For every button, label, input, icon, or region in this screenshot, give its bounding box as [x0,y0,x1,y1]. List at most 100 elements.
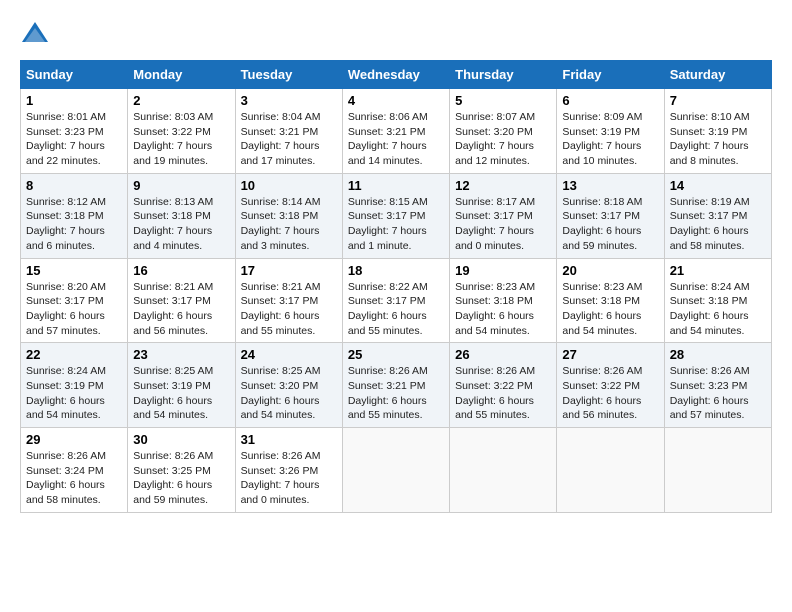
day-number: 9 [133,178,229,193]
sunrise: Sunrise: 8:07 AM [455,110,551,125]
day-info: Sunrise: 8:21 AM Sunset: 3:17 PM Dayligh… [133,280,229,339]
day-info: Sunrise: 8:18 AM Sunset: 3:17 PM Dayligh… [562,195,658,254]
daylight: Daylight: 6 hours and 59 minutes. [562,224,658,253]
calendar-cell: 6 Sunrise: 8:09 AM Sunset: 3:19 PM Dayli… [557,89,664,174]
day-number: 12 [455,178,551,193]
day-number: 29 [26,432,122,447]
sunrise: Sunrise: 8:06 AM [348,110,444,125]
daylight: Daylight: 7 hours and 14 minutes. [348,139,444,168]
calendar-cell: 11 Sunrise: 8:15 AM Sunset: 3:17 PM Dayl… [342,173,449,258]
weekday-header-wednesday: Wednesday [342,61,449,89]
sunset: Sunset: 3:18 PM [455,294,551,309]
calendar-cell: 1 Sunrise: 8:01 AM Sunset: 3:23 PM Dayli… [21,89,128,174]
day-info: Sunrise: 8:25 AM Sunset: 3:20 PM Dayligh… [241,364,337,423]
sunrise: Sunrise: 8:26 AM [133,449,229,464]
sunset: Sunset: 3:22 PM [562,379,658,394]
daylight: Daylight: 7 hours and 0 minutes. [241,478,337,507]
sunrise: Sunrise: 8:26 AM [241,449,337,464]
day-number: 7 [670,93,766,108]
daylight: Daylight: 6 hours and 58 minutes. [26,478,122,507]
day-number: 15 [26,263,122,278]
daylight: Daylight: 7 hours and 22 minutes. [26,139,122,168]
calendar-cell: 23 Sunrise: 8:25 AM Sunset: 3:19 PM Dayl… [128,343,235,428]
weekday-header-monday: Monday [128,61,235,89]
calendar-cell: 22 Sunrise: 8:24 AM Sunset: 3:19 PM Dayl… [21,343,128,428]
day-info: Sunrise: 8:23 AM Sunset: 3:18 PM Dayligh… [562,280,658,339]
sunset: Sunset: 3:17 PM [348,294,444,309]
weekday-header-friday: Friday [557,61,664,89]
day-info: Sunrise: 8:20 AM Sunset: 3:17 PM Dayligh… [26,280,122,339]
day-number: 20 [562,263,658,278]
daylight: Daylight: 6 hours and 54 minutes. [26,394,122,423]
daylight: Daylight: 6 hours and 54 minutes. [670,309,766,338]
calendar-cell: 17 Sunrise: 8:21 AM Sunset: 3:17 PM Dayl… [235,258,342,343]
daylight: Daylight: 6 hours and 58 minutes. [670,224,766,253]
day-info: Sunrise: 8:22 AM Sunset: 3:17 PM Dayligh… [348,280,444,339]
day-info: Sunrise: 8:13 AM Sunset: 3:18 PM Dayligh… [133,195,229,254]
day-number: 25 [348,347,444,362]
logo-icon [20,20,50,50]
sunset: Sunset: 3:17 PM [133,294,229,309]
calendar-cell: 25 Sunrise: 8:26 AM Sunset: 3:21 PM Dayl… [342,343,449,428]
sunset: Sunset: 3:17 PM [455,209,551,224]
calendar-cell: 26 Sunrise: 8:26 AM Sunset: 3:22 PM Dayl… [450,343,557,428]
sunset: Sunset: 3:24 PM [26,464,122,479]
sunset: Sunset: 3:26 PM [241,464,337,479]
day-info: Sunrise: 8:03 AM Sunset: 3:22 PM Dayligh… [133,110,229,169]
calendar-cell: 29 Sunrise: 8:26 AM Sunset: 3:24 PM Dayl… [21,428,128,513]
daylight: Daylight: 7 hours and 17 minutes. [241,139,337,168]
weekday-header-tuesday: Tuesday [235,61,342,89]
sunset: Sunset: 3:17 PM [241,294,337,309]
daylight: Daylight: 7 hours and 8 minutes. [670,139,766,168]
sunrise: Sunrise: 8:20 AM [26,280,122,295]
sunrise: Sunrise: 8:17 AM [455,195,551,210]
calendar-cell: 9 Sunrise: 8:13 AM Sunset: 3:18 PM Dayli… [128,173,235,258]
weekday-header-sunday: Sunday [21,61,128,89]
day-info: Sunrise: 8:12 AM Sunset: 3:18 PM Dayligh… [26,195,122,254]
calendar-cell: 3 Sunrise: 8:04 AM Sunset: 3:21 PM Dayli… [235,89,342,174]
logo [20,20,54,50]
daylight: Daylight: 6 hours and 55 minutes. [348,309,444,338]
daylight: Daylight: 6 hours and 57 minutes. [26,309,122,338]
sunset: Sunset: 3:20 PM [241,379,337,394]
calendar-cell: 4 Sunrise: 8:06 AM Sunset: 3:21 PM Dayli… [342,89,449,174]
sunrise: Sunrise: 8:21 AM [241,280,337,295]
calendar-cell: 10 Sunrise: 8:14 AM Sunset: 3:18 PM Dayl… [235,173,342,258]
sunrise: Sunrise: 8:26 AM [26,449,122,464]
sunrise: Sunrise: 8:24 AM [26,364,122,379]
calendar-cell: 31 Sunrise: 8:26 AM Sunset: 3:26 PM Dayl… [235,428,342,513]
day-info: Sunrise: 8:14 AM Sunset: 3:18 PM Dayligh… [241,195,337,254]
calendar-cell: 7 Sunrise: 8:10 AM Sunset: 3:19 PM Dayli… [664,89,771,174]
day-info: Sunrise: 8:26 AM Sunset: 3:22 PM Dayligh… [562,364,658,423]
calendar-cell: 12 Sunrise: 8:17 AM Sunset: 3:17 PM Dayl… [450,173,557,258]
day-info: Sunrise: 8:26 AM Sunset: 3:24 PM Dayligh… [26,449,122,508]
daylight: Daylight: 7 hours and 19 minutes. [133,139,229,168]
day-info: Sunrise: 8:26 AM Sunset: 3:23 PM Dayligh… [670,364,766,423]
sunset: Sunset: 3:19 PM [562,125,658,140]
day-info: Sunrise: 8:25 AM Sunset: 3:19 PM Dayligh… [133,364,229,423]
sunset: Sunset: 3:19 PM [670,125,766,140]
calendar-cell: 19 Sunrise: 8:23 AM Sunset: 3:18 PM Dayl… [450,258,557,343]
sunrise: Sunrise: 8:04 AM [241,110,337,125]
calendar-cell [342,428,449,513]
day-number: 5 [455,93,551,108]
daylight: Daylight: 6 hours and 54 minutes. [133,394,229,423]
day-info: Sunrise: 8:09 AM Sunset: 3:19 PM Dayligh… [562,110,658,169]
daylight: Daylight: 6 hours and 56 minutes. [562,394,658,423]
calendar-cell: 14 Sunrise: 8:19 AM Sunset: 3:17 PM Dayl… [664,173,771,258]
sunset: Sunset: 3:23 PM [26,125,122,140]
day-number: 21 [670,263,766,278]
daylight: Daylight: 7 hours and 3 minutes. [241,224,337,253]
day-number: 26 [455,347,551,362]
weekday-header-thursday: Thursday [450,61,557,89]
sunrise: Sunrise: 8:26 AM [348,364,444,379]
sunset: Sunset: 3:17 PM [348,209,444,224]
weekday-header-saturday: Saturday [664,61,771,89]
sunset: Sunset: 3:17 PM [26,294,122,309]
sunrise: Sunrise: 8:12 AM [26,195,122,210]
calendar-cell: 21 Sunrise: 8:24 AM Sunset: 3:18 PM Dayl… [664,258,771,343]
calendar-cell: 24 Sunrise: 8:25 AM Sunset: 3:20 PM Dayl… [235,343,342,428]
daylight: Daylight: 6 hours and 57 minutes. [670,394,766,423]
day-number: 8 [26,178,122,193]
day-info: Sunrise: 8:26 AM Sunset: 3:25 PM Dayligh… [133,449,229,508]
